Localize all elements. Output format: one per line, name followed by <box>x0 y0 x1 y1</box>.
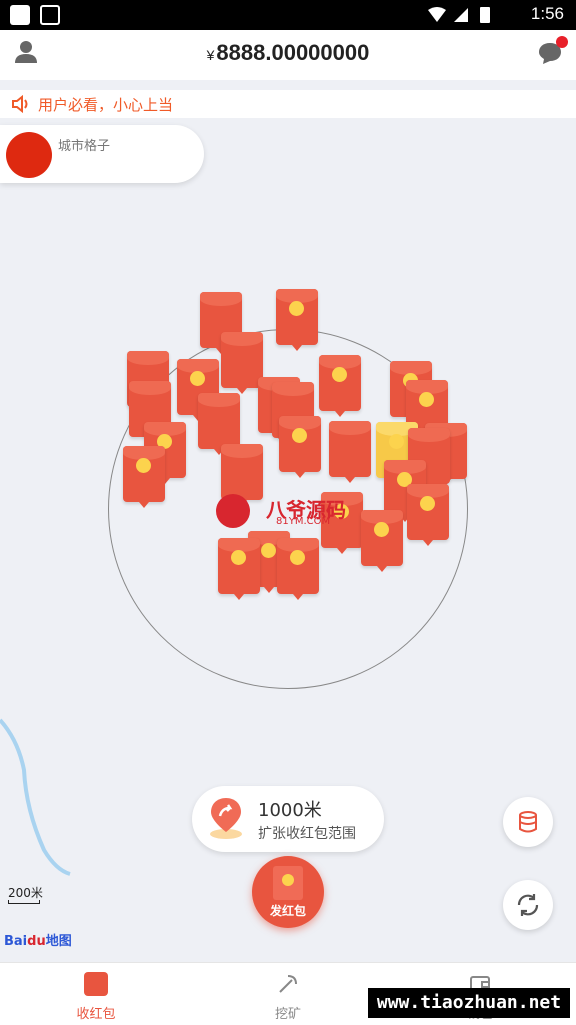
city-name: 城市格子 <box>58 139 111 154</box>
city-card[interactable]: 城市格子 <box>0 125 204 183</box>
send-red-envelope-button[interactable]: 发红包 <box>252 856 324 928</box>
map-scale-bar <box>8 900 40 904</box>
expand-range-button[interactable]: 1000米 扩张收红包范围 <box>192 786 384 852</box>
tab-label: 收红包 <box>76 1007 116 1022</box>
red-envelope-marker[interactable] <box>277 538 319 600</box>
city-avatar <box>6 132 52 178</box>
red-envelope-marker[interactable] <box>319 355 361 417</box>
records-button[interactable] <box>503 797 553 847</box>
baidu-logo-du: du <box>27 934 46 949</box>
site-banner: www.tiaozhuan.net <box>368 988 570 1018</box>
location-share-icon <box>210 798 242 839</box>
baidu-logo-bai: Bai <box>4 934 28 949</box>
refresh-button[interactable] <box>503 880 553 930</box>
red-envelope-marker[interactable] <box>361 510 403 572</box>
tab-mining[interactable]: 挖矿 <box>192 963 384 1025</box>
baidu-logo-map: 地图 <box>45 934 72 949</box>
red-envelope-marker[interactable] <box>279 416 321 478</box>
watermark-logo-icon <box>216 494 250 528</box>
tab-receive[interactable]: 收红包 <box>0 963 192 1025</box>
baidu-map-logo: Baidu地图 <box>4 930 72 949</box>
expand-label: 扩张收红包范围 <box>258 826 356 842</box>
red-envelope-marker[interactable] <box>123 446 165 508</box>
expand-distance: 1000米 <box>258 800 322 821</box>
refresh-icon <box>517 894 539 916</box>
red-envelope-icon <box>84 972 108 996</box>
red-envelope-marker[interactable] <box>221 444 263 506</box>
red-envelope-marker[interactable] <box>276 289 318 351</box>
red-envelope-marker[interactable] <box>221 332 263 394</box>
river-line <box>0 718 71 876</box>
red-envelope-icon <box>273 866 303 900</box>
tab-label: 挖矿 <box>274 1007 301 1022</box>
red-envelope-marker[interactable] <box>407 484 449 546</box>
site-banner-text: www.tiaozhuan.net <box>376 992 562 1013</box>
red-envelope-marker[interactable] <box>218 538 260 600</box>
map-scale-label: 200米 <box>8 886 43 900</box>
send-red-envelope-label: 发红包 <box>269 904 306 918</box>
watermark-site: 81YM.COM <box>276 516 331 527</box>
red-envelope-marker[interactable] <box>198 393 240 455</box>
pickaxe-icon <box>279 975 297 993</box>
red-envelope-marker[interactable] <box>329 421 371 483</box>
database-icon <box>519 811 537 833</box>
